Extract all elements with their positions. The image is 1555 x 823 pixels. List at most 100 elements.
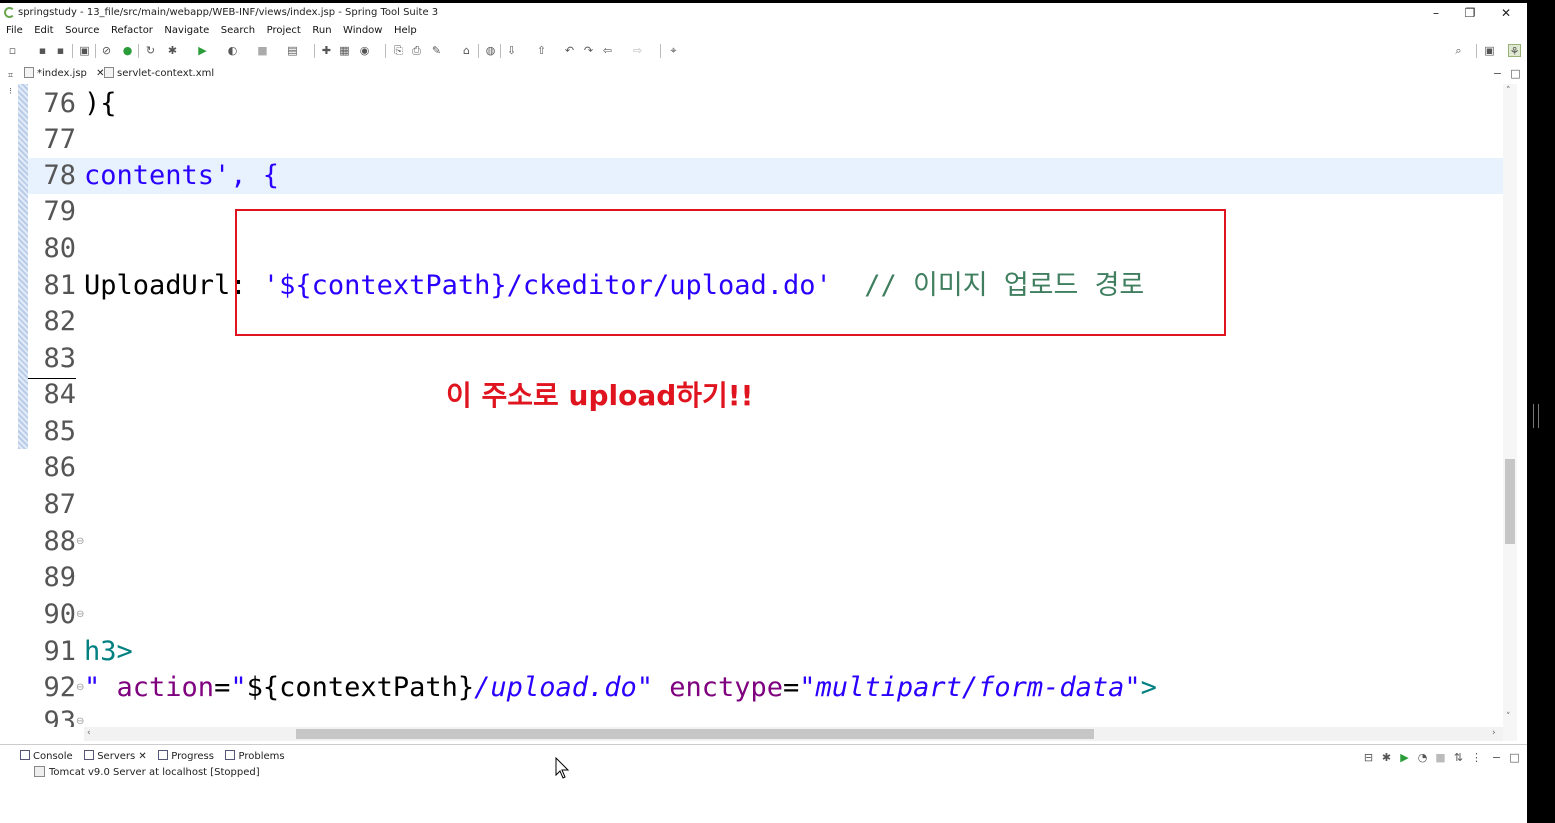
menu-source[interactable]: Source <box>65 23 99 39</box>
restore-view-icon[interactable]: ⁝ <box>4 86 17 99</box>
stop-server-icon[interactable]: ■ <box>1434 751 1447 764</box>
close-tab-icon[interactable]: ✕ <box>138 751 146 762</box>
spring-tool-suite-icon <box>4 7 15 18</box>
save-icon[interactable]: ▪ <box>36 44 49 57</box>
server-list-item[interactable]: Tomcat v9.0 Server at localhost [Stopped… <box>34 766 260 778</box>
code-editor[interactable]: 76 ){ 77 78 contents', { 79 80 81 Upload… <box>28 84 1503 727</box>
menu-search[interactable]: Search <box>221 23 255 39</box>
previous-annotation-icon[interactable]: ⇧ <box>535 44 548 57</box>
view-menu-icon[interactable]: ⋮ <box>1470 751 1483 764</box>
close-button[interactable]: ✕ <box>1491 5 1521 21</box>
run-icon[interactable]: ▶ <box>196 44 209 57</box>
terminal-icon[interactable]: ▣ <box>78 44 91 57</box>
scroll-left-icon[interactable]: ‹ <box>87 728 91 738</box>
progress-icon <box>158 750 169 760</box>
scroll-right-icon[interactable]: › <box>1492 728 1496 738</box>
line-number: 91 <box>43 636 76 667</box>
horizontal-scroll-thumb[interactable] <box>296 729 1094 739</box>
code-line: 86 <box>28 450 1503 486</box>
line-number: 83 <box>43 343 76 374</box>
minimize-editor-icon[interactable]: − <box>1491 67 1504 80</box>
minimize-panel-icon[interactable]: − <box>1490 751 1503 764</box>
code-line: 91 h3> <box>28 634 1503 670</box>
menu-navigate[interactable]: Navigate <box>164 23 209 39</box>
spring-perspective-icon[interactable]: ⚘ <box>1508 44 1521 58</box>
next-annotation-icon[interactable]: ⇩ <box>505 44 518 57</box>
search-icon[interactable]: ⌕ <box>1452 44 1465 57</box>
tab-servlet-context[interactable]: servlet-context.xml <box>104 66 214 82</box>
back-icon[interactable]: ⇦ <box>601 44 614 57</box>
menu-refactor[interactable]: Refactor <box>111 23 153 39</box>
view-menu-icon[interactable]: ⌗ <box>4 70 17 83</box>
menu-window[interactable]: Window <box>343 23 382 39</box>
tab-index-jsp[interactable]: *index.jsp ✕ <box>24 66 104 82</box>
forward-icon[interactable]: ⇨ <box>631 44 644 57</box>
fold-toggle-icon[interactable]: ⊖ <box>76 704 84 727</box>
bottom-panel-tabs: Console Servers ✕ Progress Problems <box>20 749 293 765</box>
vertical-scrollbar[interactable]: ˄ ˅ <box>1503 84 1517 741</box>
start-server-icon[interactable]: ● <box>121 44 134 57</box>
save-all-icon[interactable]: ▪ <box>54 44 67 57</box>
menu-run[interactable]: Run <box>312 23 331 39</box>
refresh-icon[interactable]: ↻ <box>144 44 157 57</box>
stop-icon[interactable]: ■ <box>256 44 269 57</box>
coverage-icon[interactable]: ◐ <box>226 44 239 57</box>
jsp-file-icon <box>24 67 34 78</box>
publish-icon[interactable]: ⇅ <box>1452 751 1465 764</box>
vertical-scroll-thumb[interactable] <box>1505 459 1515 544</box>
code-line: 89 <box>28 560 1503 596</box>
maximize-editor-icon[interactable]: □ <box>1509 67 1522 80</box>
line-number: 87 <box>43 489 76 520</box>
line-number: 86 <box>43 452 76 483</box>
new-icon[interactable]: ▫ <box>6 44 19 57</box>
minimize-button[interactable]: – <box>1421 5 1451 21</box>
servers-icon <box>84 750 95 760</box>
resize-handle[interactable] <box>1533 404 1539 428</box>
open-perspective-icon[interactable]: ▣ <box>1483 44 1496 57</box>
tab-servers[interactable]: Servers ✕ <box>84 749 147 765</box>
last-edit-icon[interactable]: ↶ <box>563 44 576 57</box>
new-class-icon[interactable]: ◉ <box>358 44 371 57</box>
open-type-icon[interactable]: ⎘ <box>392 44 405 57</box>
horizontal-scrollbar[interactable]: ‹ › <box>84 727 1503 741</box>
tomcat-server-icon <box>34 766 45 777</box>
scroll-down-icon[interactable]: ˅ <box>1506 712 1511 722</box>
menu-project[interactable]: Project <box>267 23 301 39</box>
fold-toggle-icon[interactable]: ⊖ <box>76 597 84 633</box>
tab-console[interactable]: Console <box>20 749 73 765</box>
maximize-panel-icon[interactable]: □ <box>1508 751 1521 764</box>
server-label: Tomcat v9.0 Server at localhost [Stopped… <box>49 767 260 778</box>
open-folder-icon[interactable]: ⌂ <box>460 44 473 57</box>
el-expression: ${contextPath} <box>246 672 475 703</box>
profile-server-icon[interactable]: ◔ <box>1416 751 1429 764</box>
back-history-icon[interactable]: ↷ <box>582 44 595 57</box>
editor-tab-bar: ⌗ *index.jsp ✕ servlet-context.xml − □ <box>0 64 1527 84</box>
line-number: 90 <box>43 599 76 630</box>
code-text: " action="${contextPath}/upload.do" enct… <box>84 672 1157 703</box>
web-browser-icon[interactable]: ◍ <box>484 44 497 57</box>
collapse-icon[interactable]: ⊟ <box>1362 751 1375 764</box>
restore-button[interactable]: ❐ <box>1455 5 1485 21</box>
start-server-icon[interactable]: ▶ <box>1398 751 1411 764</box>
debug-icon[interactable]: ✱ <box>166 44 179 57</box>
skip-breakpoints-icon[interactable]: ⊘ <box>100 44 113 57</box>
fold-toggle-icon[interactable]: ⊖ <box>76 524 84 560</box>
tab-problems[interactable]: Problems <box>225 749 285 765</box>
search-tool-icon[interactable]: ✎ <box>430 44 443 57</box>
open-task-icon[interactable]: ⎙ <box>410 44 423 57</box>
code-line: 77 <box>28 122 1503 158</box>
pin-editor-icon[interactable]: ⌖ <box>667 44 680 57</box>
new-package-icon[interactable]: ▦ <box>338 44 351 57</box>
menu-edit[interactable]: Edit <box>34 23 53 39</box>
code-line: 92 ⊖ " action="${contextPath}/upload.do"… <box>28 670 1503 706</box>
menu-file[interactable]: File <box>6 23 23 39</box>
external-tools-icon[interactable]: ▤ <box>286 44 299 57</box>
tab-progress[interactable]: Progress <box>158 749 214 765</box>
problems-icon <box>225 750 236 760</box>
new-java-project-icon[interactable]: ✚ <box>320 44 333 57</box>
menu-help[interactable]: Help <box>394 23 417 39</box>
scroll-up-icon[interactable]: ˄ <box>1506 86 1511 96</box>
debug-server-icon[interactable]: ✱ <box>1380 751 1393 764</box>
attribute-value: /upload.do" <box>474 672 653 703</box>
window-title: springstudy - 13_file/src/main/webapp/WE… <box>18 7 439 18</box>
